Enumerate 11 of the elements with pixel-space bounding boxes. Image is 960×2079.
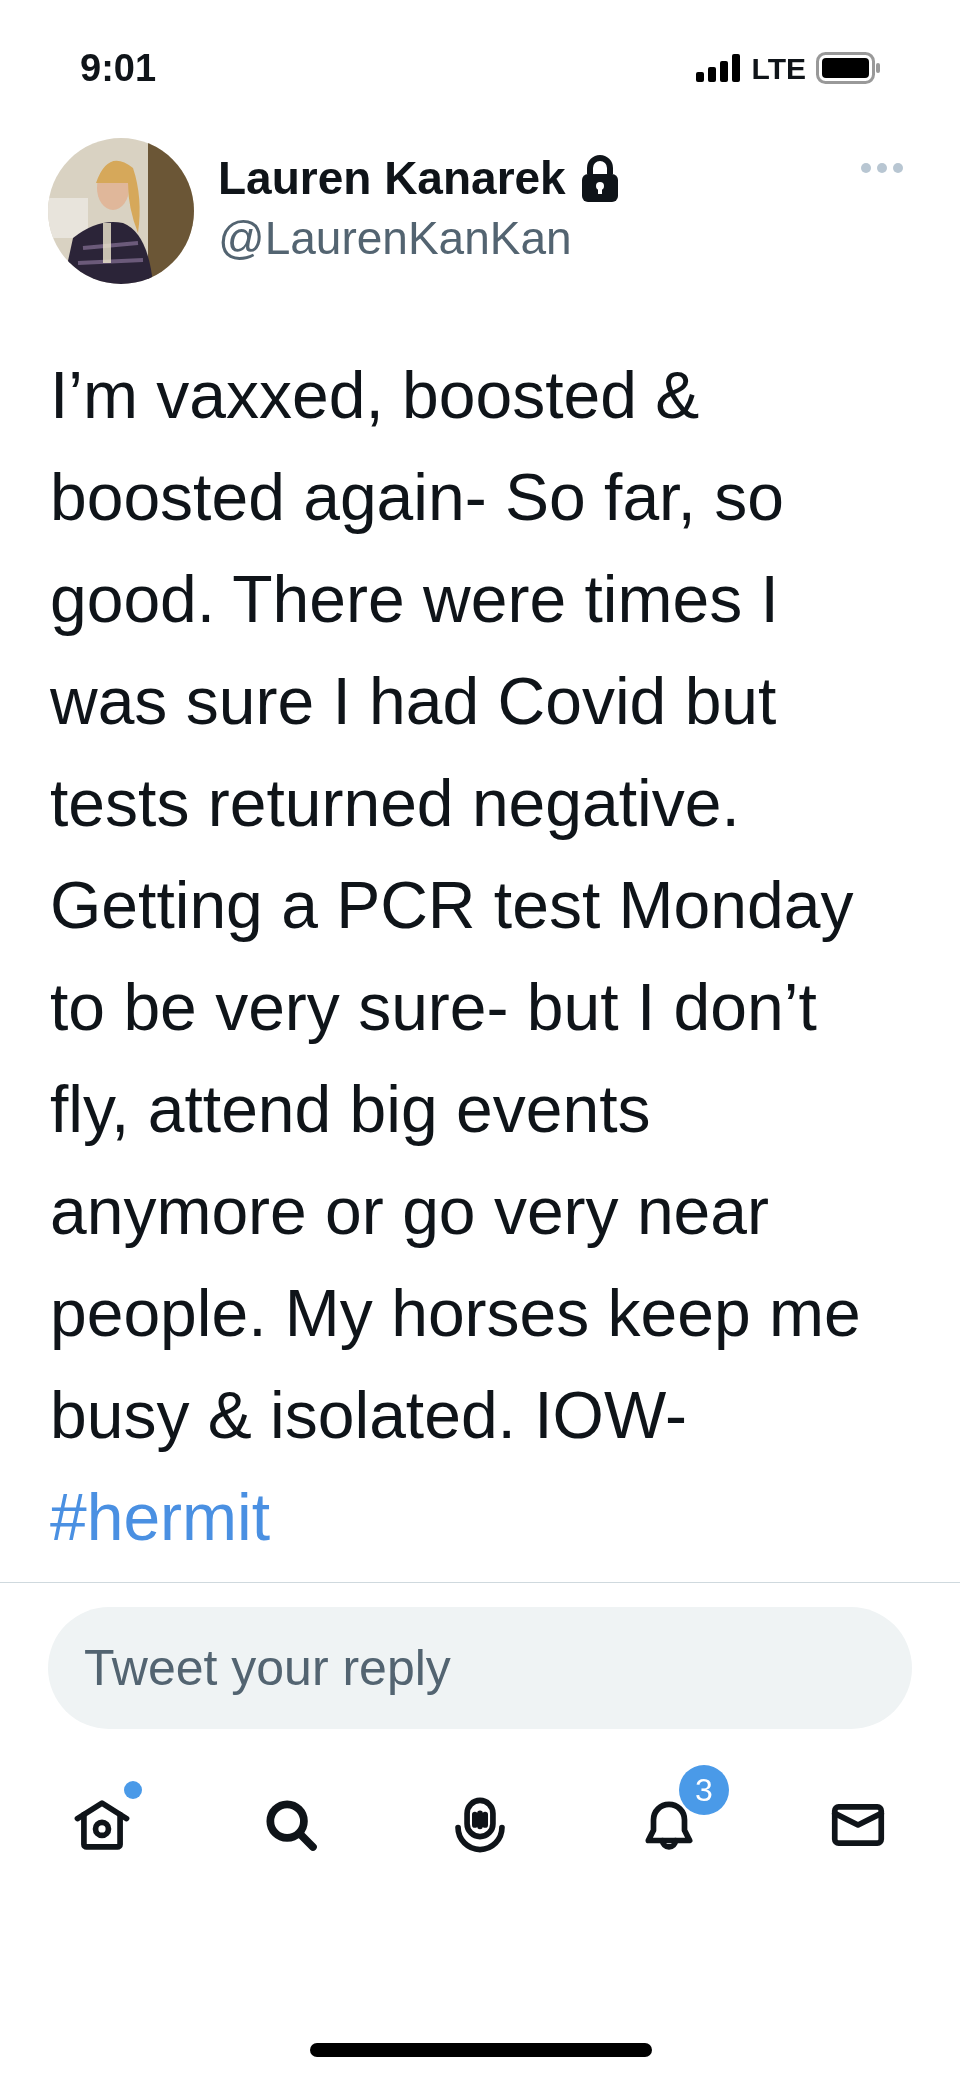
reply-field[interactable]: Tweet your reply [48,1607,912,1729]
author-handle[interactable]: @LaurenKanKan [218,208,860,268]
more-icon [860,162,904,174]
notification-count: 3 [679,1765,729,1815]
author-name[interactable]: Lauren Kanarek [218,148,566,208]
tweet-text: I’m vaxxed, boosted & boosted again- So far, so good. There were times I was sure I had Covid but tests returned negative. Getting a PCR test Monday to be very sure- but I don’t fly, attend big events anymore or go very near people. My horses keep me busy & isolated. IOW- #hermit [49,357,862,1556]
hashtag-link[interactable]: #hermit [50,1480,271,1554]
signal-icon [695,54,742,82]
network-label: LTE [751,50,806,87]
battery-icon [816,52,880,84]
status-time: 9:01 [80,45,157,91]
